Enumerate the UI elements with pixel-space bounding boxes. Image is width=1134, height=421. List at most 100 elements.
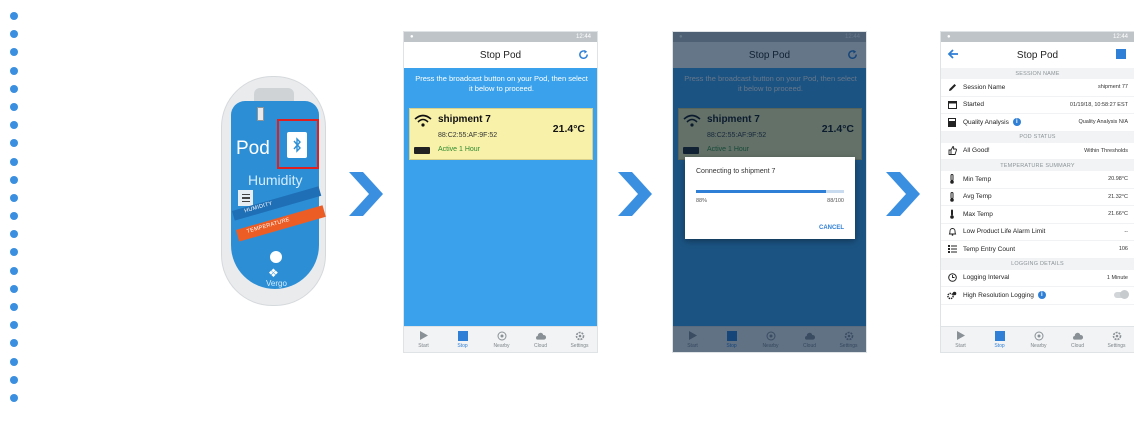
app-bar: Stop Pod xyxy=(404,42,597,68)
pod-mac-address: 88:C2:55:AF:9F:52 xyxy=(438,132,498,139)
row-label: Max Temp xyxy=(963,210,993,218)
bullet-dot xyxy=(10,48,18,57)
gears-icon xyxy=(947,290,957,300)
status-left-icon: ● xyxy=(947,34,951,40)
cancel-button[interactable]: CANCEL xyxy=(819,225,844,231)
instructions-text: Press the broadcast button on your Pod, … xyxy=(415,74,588,93)
high-res-row: High Resolution Logging i xyxy=(941,287,1134,305)
pod-menu-icon xyxy=(238,190,253,206)
pod-list-panel: Press the broadcast button on your Pod, … xyxy=(404,68,597,328)
play-icon xyxy=(419,331,429,341)
cloud-icon xyxy=(1072,331,1083,341)
stop-icon xyxy=(994,330,1005,341)
info-icon[interactable]: i xyxy=(1037,291,1046,300)
interval-row: Logging Interval 1 Minute xyxy=(941,270,1134,287)
nav-stop-label: Stop xyxy=(994,342,1005,349)
nav-stop[interactable]: Stop xyxy=(443,327,482,352)
progress-count: 88/100 xyxy=(827,198,844,204)
nav-start[interactable]: Start xyxy=(941,327,980,352)
gear-icon xyxy=(575,331,585,341)
pod-list-item[interactable]: shipment 7 88:C2:55:AF:9F:52 21.4°C Acti… xyxy=(409,108,593,160)
radar-icon xyxy=(1034,331,1044,341)
high-res-toggle[interactable] xyxy=(1114,290,1129,300)
nav-settings[interactable]: Settings xyxy=(1097,327,1134,352)
nav-start-label: Start xyxy=(955,342,966,349)
progress-bar xyxy=(696,190,844,193)
clock-icon xyxy=(947,273,957,283)
pencil-icon xyxy=(947,82,957,92)
status-time: 12:44 xyxy=(575,34,591,40)
bullet-dot xyxy=(10,121,18,130)
nav-start[interactable]: Start xyxy=(404,327,443,352)
calculator-icon xyxy=(947,117,957,127)
thermometer-icon xyxy=(947,209,957,220)
nav-nearby-label: Nearby xyxy=(1030,342,1047,349)
nav-start-label: Start xyxy=(418,342,429,349)
status-bar: ● 12:44 xyxy=(941,32,1134,42)
nav-stop[interactable]: Stop xyxy=(980,327,1019,352)
row-label: High Resolution Logging xyxy=(963,291,1034,299)
row-label: Quality Analysis xyxy=(963,118,1009,126)
bullet-dot xyxy=(10,266,18,275)
chevron-right-icon xyxy=(618,172,652,216)
bullet-dot xyxy=(10,248,18,257)
row-label: All Good! xyxy=(963,147,990,155)
thumbs-up-icon xyxy=(947,146,957,156)
bullet-dot xyxy=(10,303,18,311)
nav-cloud[interactable]: Cloud xyxy=(1058,327,1097,352)
nav-nearby[interactable]: Nearby xyxy=(482,327,521,352)
max-temp-row: Max Temp 21.66°C xyxy=(941,206,1134,224)
row-label: Min Temp xyxy=(963,175,992,183)
list-icon xyxy=(947,244,957,254)
play-icon xyxy=(956,331,966,341)
details-list: SESSION NAME Session Name shipment 77 Sta… xyxy=(941,68,1134,305)
stop-icon[interactable] xyxy=(1116,49,1126,59)
progress-percent: 88% xyxy=(696,198,708,204)
nav-cloud-label: Cloud xyxy=(1070,342,1085,349)
bullet-dot xyxy=(10,321,18,330)
nav-settings[interactable]: Settings xyxy=(560,327,597,352)
dialog-title: Connecting to shipment 7 xyxy=(696,168,776,175)
section-header: TEMPERATURE SUMMARY xyxy=(941,160,1134,171)
row-value: 21.66°C xyxy=(1108,211,1128,218)
broadcast-button-highlight xyxy=(277,119,319,169)
bullet-dot xyxy=(10,102,18,111)
row-value: 1 Minute xyxy=(1106,274,1128,281)
nav-cloud[interactable]: Cloud xyxy=(521,327,560,352)
chevron-right-icon xyxy=(349,172,383,216)
info-icon[interactable]: i xyxy=(1012,118,1021,127)
bullet-dot xyxy=(10,12,18,20)
row-label: Avg Temp xyxy=(963,193,992,201)
started-row: Started 01/19/18, 10:58:27 EST xyxy=(941,97,1134,114)
pod-power-button xyxy=(270,251,282,263)
pod-name: shipment 7 xyxy=(438,114,491,125)
pod-slot xyxy=(257,107,264,121)
row-label-wrap: High Resolution Logging i xyxy=(963,291,1114,300)
bullet-dot xyxy=(10,84,18,93)
app-bar: Stop Pod xyxy=(941,42,1134,68)
row-value: 106 xyxy=(1118,246,1128,253)
bullet-dot xyxy=(10,30,18,39)
all-good-row: All Good! Within Thresholds xyxy=(941,143,1134,160)
row-value: 21.32°C xyxy=(1108,193,1128,200)
status-left-icon: ● xyxy=(410,34,414,40)
connecting-dialog: Connecting to shipment 7 88% 88/100 CANC… xyxy=(685,157,855,239)
section-header: POD STATUS xyxy=(941,131,1134,143)
session-name-row: Session Name shipment 77 xyxy=(941,79,1134,97)
pod-humidity-label: Humidity xyxy=(248,172,303,188)
bottom-nav: Start Stop Nearby Cloud Settings xyxy=(941,326,1134,352)
page-title: Stop Pod xyxy=(479,49,522,61)
dot-column xyxy=(10,12,18,412)
refresh-icon[interactable] xyxy=(578,49,589,60)
row-label-wrap: Quality Analysis i xyxy=(963,118,1078,127)
gear-icon xyxy=(1112,331,1122,341)
row-value: 01/19/18, 10:58:27 EST xyxy=(1069,101,1128,108)
stop-icon xyxy=(457,330,468,341)
nav-nearby[interactable]: Nearby xyxy=(1019,327,1058,352)
pod-temperature: 21.4°C xyxy=(552,123,585,135)
bullet-dot xyxy=(10,175,18,184)
row-label: Started xyxy=(963,101,984,109)
chevron-right-icon xyxy=(886,172,920,216)
back-arrow-icon[interactable] xyxy=(947,48,959,60)
nav-stop-label: Stop xyxy=(457,342,468,349)
